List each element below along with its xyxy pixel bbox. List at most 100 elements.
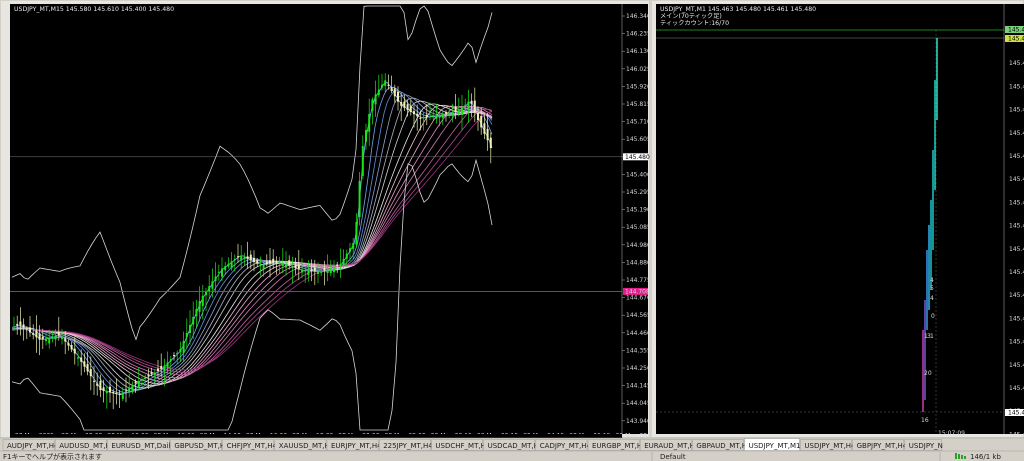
candle-body — [326, 269, 329, 273]
candle-body — [374, 94, 377, 105]
candle-body — [307, 270, 310, 276]
tick-price-label: 145.4 — [1009, 315, 1024, 322]
chart-tab-label: USDJPY_MT,M15 — [749, 442, 805, 450]
chart-plot-area[interactable] — [10, 4, 622, 434]
candle-body — [109, 386, 111, 393]
tick-price-label: 145.4 — [1009, 176, 1024, 183]
candle-body — [489, 137, 492, 148]
candle-body — [422, 117, 425, 119]
candle-body — [265, 261, 268, 264]
tick-price-label: 145.4 — [1009, 107, 1024, 114]
candle-body — [179, 349, 182, 353]
candle-body — [157, 368, 159, 371]
chart-tab[interactable]: USDJPY_N — [904, 439, 943, 451]
chart-tab-label: AUDJPY_MT,H4 — [7, 442, 59, 450]
candle-body — [77, 357, 79, 359]
candle-body — [192, 317, 195, 325]
chart-tab[interactable]: GBPUSD_MT,H4 — [170, 439, 230, 451]
candle-body — [425, 115, 428, 117]
chart-tab-label: GBPUSD_MT,H4 — [174, 442, 230, 450]
candle-body — [173, 355, 175, 357]
chart-tab[interactable]: 225JPY_MT,H4 — [378, 439, 433, 451]
candle-body — [86, 363, 89, 372]
candle-body — [285, 264, 287, 268]
candle-body — [73, 348, 76, 354]
candle-body — [275, 261, 278, 263]
candle-body — [317, 271, 319, 274]
chart-tab[interactable]: EURUSD_MT,Daily — [107, 439, 175, 451]
price-label: 146.340 — [626, 13, 651, 20]
tick-price-label: 145.4 — [1009, 339, 1024, 346]
candle-body — [54, 336, 57, 340]
price-label: 145.400 — [626, 171, 651, 178]
candle-body — [320, 271, 323, 273]
candle-body — [112, 391, 115, 394]
chart-header: USDJPY_MT,M15 145.580 145.610 145.400 14… — [14, 6, 174, 13]
chart-tab[interactable]: CHFJPY_MT,H4 — [222, 439, 278, 451]
candle-body — [99, 381, 102, 391]
candle-body — [448, 112, 451, 116]
chart-tab[interactable]: USDCAD_MT,H4 — [483, 439, 544, 451]
chart-tab[interactable]: USDJPY_MT,H4 — [800, 439, 856, 451]
level-price-label: 144.708 — [625, 288, 650, 295]
main-chart-window[interactable]: 146.340 146.235 146.130 146.025 145.920 145.8… — [1, 1, 657, 440]
candle-body — [249, 254, 252, 261]
tick-price-label: 145.4 — [1009, 385, 1024, 392]
price-label: 144.045 — [626, 400, 651, 407]
chart-tab[interactable]: GBPJPY_MT,H4 — [852, 439, 908, 451]
status-profile: Default — [660, 453, 686, 461]
candle-body — [333, 267, 335, 273]
candle-body — [368, 114, 371, 132]
chart-tab[interactable]: XAUUSD_MT,H4 — [274, 439, 335, 451]
candle-body — [29, 327, 31, 333]
chart-tab[interactable]: EURGBP_MT,H1 — [587, 439, 647, 451]
tick-price-label: 145.4 — [1009, 153, 1024, 160]
low-price-label: 145.4 — [1008, 410, 1024, 417]
price-label: 145.085 — [626, 224, 651, 231]
candle-body — [486, 128, 489, 141]
candle-body — [22, 324, 25, 328]
candle-body — [118, 393, 121, 395]
candle-body — [406, 104, 409, 110]
candle-body — [393, 88, 396, 97]
tick-header-line-1: USDJPY_MT,M1 145.463 145.480 145.461 145… — [660, 6, 816, 13]
chart-tab[interactable]: CADJPY_MT,H4 — [535, 439, 592, 451]
candle-body — [201, 295, 204, 306]
chart-tab[interactable]: USDCHF_MT,H4 — [431, 439, 491, 451]
chart-tab[interactable]: USDJPY_MT,M15 — [744, 438, 805, 451]
candle-body — [416, 113, 419, 117]
tick-volume-label: 16 — [921, 417, 929, 424]
candle-body — [419, 117, 422, 119]
tick-plot-area[interactable] — [656, 4, 1004, 434]
chart-tab-label: EURJPY_MT,H4 — [331, 442, 382, 450]
candle-body — [153, 372, 156, 376]
candle-body — [329, 268, 332, 273]
tick-chart-window[interactable]: 145.4 145.4 145.4 145.4 145.4 145.4 145.4 145.4… — [652, 1, 1024, 438]
candle-body — [377, 89, 380, 96]
candle-body — [435, 115, 438, 119]
tick-volume-label: 5 — [930, 285, 934, 292]
chart-tab-label: USDCAD_MT,H4 — [488, 442, 544, 450]
chart-tab[interactable]: EURJPY_MT,H4 — [326, 439, 382, 451]
status-help-text: F1キーでヘルプが表示されます — [3, 452, 102, 461]
tick-price-label: 145.4 — [1009, 269, 1024, 276]
tick-price-label: 145.4 — [1009, 130, 1024, 137]
price-label: 144.775 — [626, 277, 651, 284]
chart-tab[interactable]: EURAUD_MT,H1 — [639, 439, 699, 451]
candle-body — [121, 392, 124, 399]
chart-tab[interactable]: AUDUSD_MT,H4 — [54, 439, 116, 451]
candle-body — [278, 262, 281, 264]
chart-tab[interactable]: GBPAUD_MT,H1 — [692, 439, 751, 451]
candle-body — [477, 112, 479, 120]
candle-body — [144, 377, 147, 379]
candle-body — [224, 266, 227, 271]
candle-body — [429, 116, 431, 118]
chart-tab-label: USDCHF_MT,H4 — [435, 442, 490, 450]
candle-body — [38, 333, 41, 340]
chart-tab[interactable]: AUDJPY_MT,H4 — [2, 439, 59, 451]
candle-body — [259, 264, 262, 267]
price-label: 143.940 — [626, 418, 651, 425]
candle-body — [361, 146, 364, 176]
candle-body — [288, 260, 291, 266]
chart-tab-label: 225JPY_MT,H4 — [383, 442, 433, 450]
